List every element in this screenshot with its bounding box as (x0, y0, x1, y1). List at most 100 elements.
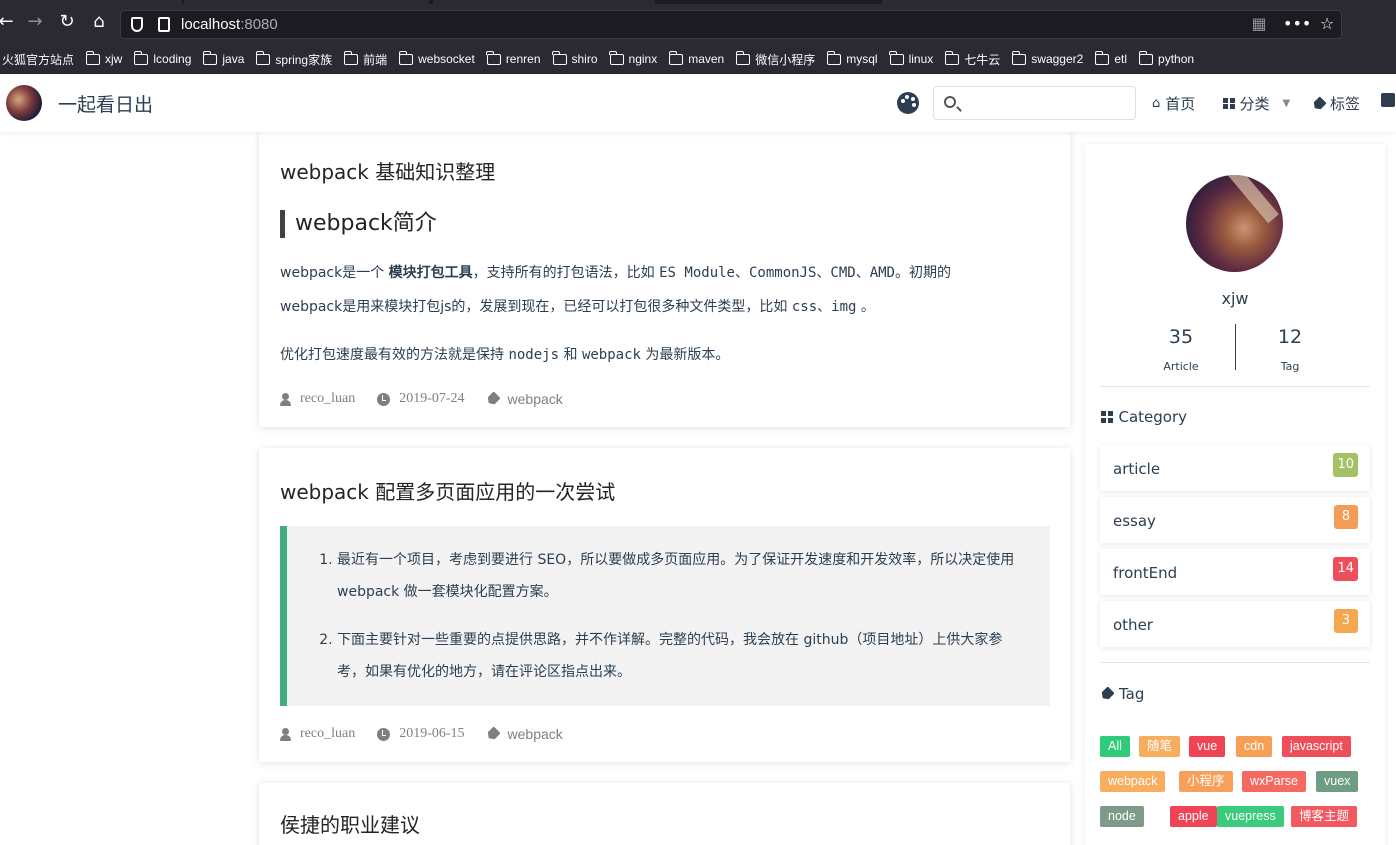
tag-chip[interactable]: All (1100, 736, 1130, 757)
post-excerpt: webpack是一个 模块打包工具，支持所有的打包语法，比如 ES Module… (280, 265, 951, 315)
tag-icon (485, 391, 501, 407)
tag-chip[interactable]: node (1100, 806, 1144, 827)
post-title[interactable]: 侯捷的职业建议 (280, 809, 420, 838)
search-box[interactable] (933, 86, 1136, 120)
bookmark-item[interactable]: linux (889, 50, 933, 66)
post-date: 2019-07-24 (399, 391, 465, 406)
dropdown-arrow-icon: ▼ (1282, 98, 1291, 109)
post-card: 侯捷的职业建议 (259, 783, 1070, 845)
site-logo[interactable] (6, 85, 42, 121)
home-icon[interactable]: ⌂ (87, 10, 111, 34)
back-icon[interactable]: ← (0, 10, 18, 34)
divider (1100, 662, 1370, 663)
bookmarks-bar: 火狐官方站点 xjw lcoding java spring家族 前端 websocket r… (0, 44, 1396, 74)
site-header: 一起看日出 ⌂ 首页 分类 ▼ 标签 (0, 74, 1396, 132)
category-icon (1101, 411, 1113, 423)
bookmark-item[interactable]: 七牛云 (944, 50, 1001, 68)
tag-chip[interactable]: 博客主题 (1291, 806, 1358, 827)
bookmark-item[interactable]: renren (486, 50, 541, 66)
category-item[interactable]: other 3 (1100, 601, 1370, 647)
tag-chip[interactable]: vuex (1316, 771, 1359, 792)
palette-icon[interactable] (897, 92, 919, 114)
bookmark-item[interactable]: 微信小程序 (735, 50, 815, 68)
bookmark-item[interactable]: spring家族 (255, 50, 332, 68)
tag-chip[interactable]: cdn (1236, 736, 1273, 757)
category-item[interactable]: article 10 (1100, 445, 1370, 491)
reload-icon[interactable]: ↻ (55, 10, 79, 34)
bookmark-item[interactable]: mysql (826, 50, 878, 66)
folder-icon (202, 50, 218, 65)
url-text[interactable]: localhost:8080 (181, 16, 278, 33)
bookmark-star-icon[interactable]: ☆ (1317, 14, 1337, 33)
category-heading: Category (1101, 408, 1187, 426)
bookmark-item[interactable]: python (1138, 50, 1194, 66)
post-title[interactable]: webpack 配置多页面应用的一次尝试 (280, 476, 615, 505)
bookmark-item[interactable]: nginx (609, 50, 657, 66)
folder-icon (255, 50, 271, 65)
bookmark-label: websocket (418, 52, 475, 66)
post-date: 2019-06-15 (399, 726, 465, 741)
bookmark-label: 七牛云 (964, 52, 1001, 67)
forward-icon[interactable]: → (23, 10, 47, 34)
bookmark-item[interactable]: lcoding (133, 50, 191, 66)
category-name: essay (1113, 512, 1156, 530)
post-title[interactable]: webpack 基础知识整理 (280, 156, 495, 185)
bookmark-label: java (222, 52, 245, 66)
bookmark-item[interactable]: java (202, 50, 245, 66)
folder-icon (486, 50, 501, 65)
folder-icon (398, 50, 414, 65)
post-tag[interactable]: webpack (508, 391, 563, 407)
more-options-icon[interactable]: ••• (1283, 14, 1311, 33)
tag-chip[interactable]: webpack (1100, 771, 1166, 792)
user-icon (280, 392, 291, 406)
list-item: 下面主要针对一些重要的点提供思路，并不作详解。完整的代码，我会放在 github… (337, 624, 1030, 688)
category-name: other (1113, 616, 1153, 634)
tag-section-icon (1099, 686, 1115, 702)
category-count-badge: 8 (1334, 505, 1358, 529)
bookmark-label: etl (1114, 52, 1128, 66)
tag-chip[interactable]: apple (1170, 806, 1217, 827)
profile-name: xjw (1221, 289, 1249, 308)
bookmark-item[interactable]: 火狐官方站点 (2, 51, 74, 68)
search-input[interactable] (964, 93, 1124, 113)
bookmark-item[interactable]: xjw (85, 50, 122, 66)
address-bar[interactable]: localhost:8080 ▦ ••• ☆ (120, 10, 1342, 39)
qr-code-icon[interactable]: ▦ (1249, 14, 1269, 33)
folder-icon (343, 50, 359, 65)
category-item[interactable]: essay 8 (1100, 497, 1370, 543)
tag-chip[interactable]: vuepress (1217, 806, 1284, 827)
bookmark-item[interactable]: swagger2 (1011, 50, 1083, 66)
nav-tags[interactable]: 标签 (1313, 93, 1360, 114)
bookmark-item[interactable]: maven (668, 50, 725, 66)
nav-category[interactable]: 分类 ▼ (1223, 93, 1290, 114)
bookmark-label: 火狐官方站点 (2, 52, 75, 67)
post-card: webpack 配置多页面应用的一次尝试 最近有一个项目，考虑到要进行 SEO，… (259, 448, 1070, 762)
bookmark-item[interactable]: shiro (552, 50, 598, 66)
browser-toolbar: ← → ↻ ⌂ localhost:8080 ▦ ••• ☆ (0, 0, 1396, 44)
bookmark-label: maven (688, 52, 725, 66)
post-subheading: webpack简介 (280, 210, 437, 238)
post-excerpt-2: 优化打包速度最有效的方法就是保持 nodejs 和 webpack 为最新版本。 (280, 347, 730, 363)
tag-chip[interactable]: 随笔 (1139, 736, 1181, 757)
site-title[interactable]: 一起看日出 (58, 90, 153, 117)
bookmark-item[interactable]: 前端 (343, 50, 387, 68)
category-count-badge: 10 (1333, 453, 1358, 477)
category-name: article (1113, 460, 1161, 478)
folder-icon (889, 50, 904, 65)
post-author: reco_luan (300, 391, 356, 406)
nav-home[interactable]: ⌂ 首页 (1152, 93, 1195, 114)
tag-chip[interactable]: javascript (1282, 736, 1351, 757)
bookmark-item[interactable]: etl (1094, 50, 1128, 66)
post-tag[interactable]: webpack (508, 726, 563, 742)
tag-chip[interactable]: 小程序 (1179, 771, 1233, 792)
tag-chip[interactable]: vue (1189, 736, 1226, 757)
nav-timeline[interactable] (1381, 93, 1395, 107)
folder-icon (944, 50, 960, 65)
shield-icon[interactable] (131, 17, 143, 32)
category-item[interactable]: frontEnd 14 (1100, 549, 1370, 595)
tag-chip[interactable]: wxParse (1242, 771, 1306, 792)
list-item: 最近有一个项目，考虑到要进行 SEO，所以要做成多页面应用。为了保证开发速度和开… (337, 544, 1030, 608)
sidebar: xjw 35 Article 12 Tag Category article 10… (1085, 144, 1385, 845)
divider (1100, 386, 1370, 387)
bookmark-item[interactable]: websocket (398, 50, 475, 66)
